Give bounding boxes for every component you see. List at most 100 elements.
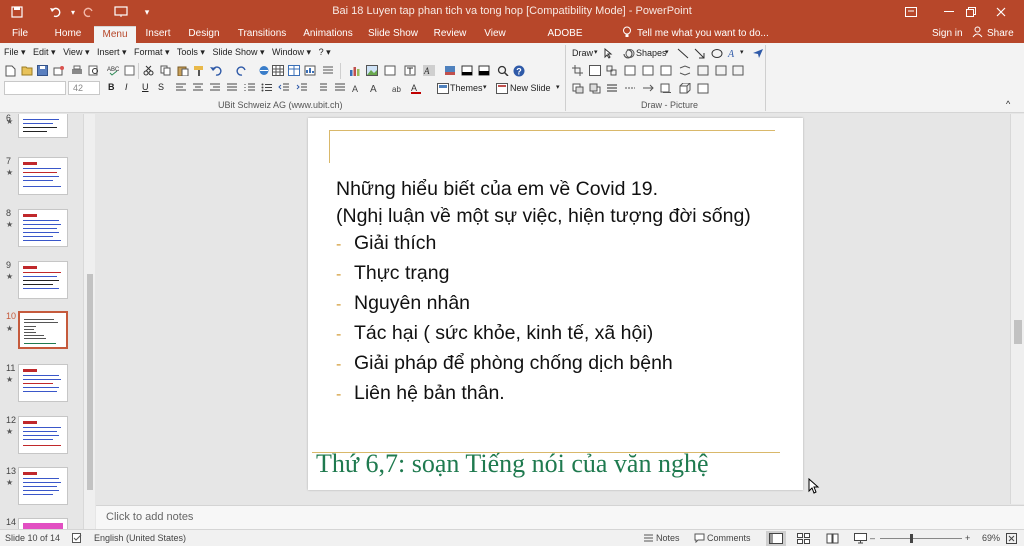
font-name-combo[interactable] bbox=[4, 81, 66, 95]
slide-thumbnail-12[interactable] bbox=[18, 416, 68, 454]
zoom-slider[interactable] bbox=[880, 538, 962, 539]
font-color-icon[interactable]: A bbox=[410, 83, 422, 94]
table-icon[interactable] bbox=[272, 65, 284, 76]
slide-thumbnail-9[interactable] bbox=[18, 261, 68, 299]
notes-pane[interactable]: Click to add notes bbox=[96, 505, 1024, 529]
open-icon[interactable] bbox=[21, 65, 33, 76]
select-pointer-icon[interactable] bbox=[604, 47, 616, 59]
tab-insert[interactable]: Insert bbox=[140, 26, 176, 43]
menu-edit[interactable]: Edit ▾ bbox=[33, 47, 56, 57]
normal-view-icon[interactable] bbox=[766, 531, 786, 546]
cut-icon[interactable] bbox=[143, 65, 155, 76]
share-icon[interactable] bbox=[972, 26, 983, 43]
tell-me-input[interactable]: Tell me what you want to do... bbox=[637, 26, 769, 41]
fill-color-icon[interactable] bbox=[444, 65, 456, 76]
align-objects-icon[interactable] bbox=[697, 65, 709, 76]
tab-review[interactable]: Review bbox=[430, 26, 470, 43]
tab-file[interactable]: File bbox=[2, 26, 38, 43]
slide-thumbnail-8[interactable] bbox=[18, 209, 68, 247]
print-icon[interactable] bbox=[71, 65, 83, 76]
picture-tools-icon[interactable] bbox=[589, 65, 601, 76]
zoom-in-button[interactable]: + bbox=[965, 533, 970, 543]
increase-font-icon[interactable]: A bbox=[370, 83, 382, 95]
distribute-icon[interactable] bbox=[715, 65, 727, 76]
compress-icon[interactable] bbox=[732, 65, 744, 76]
columns-icon[interactable] bbox=[322, 65, 334, 76]
zoom-level[interactable]: 69% bbox=[982, 533, 1000, 543]
menu-slide-show[interactable]: Slide Show ▾ bbox=[212, 47, 264, 57]
shapes-dropdown-icon[interactable]: ▾ bbox=[665, 48, 669, 56]
menu-format[interactable]: Format ▾ bbox=[134, 47, 170, 57]
textbox-icon[interactable] bbox=[404, 65, 416, 76]
bullets-icon[interactable] bbox=[261, 83, 273, 94]
underline-button[interactable]: U bbox=[142, 82, 149, 92]
slide-footer-text[interactable]: Thứ 6,7: soạn Tiếng nói của văn nghệ bbox=[316, 449, 709, 479]
line-icon[interactable] bbox=[677, 48, 689, 59]
bar-chart-icon[interactable] bbox=[349, 65, 361, 76]
new-icon[interactable] bbox=[5, 65, 17, 77]
fit-to-window-icon[interactable] bbox=[1006, 533, 1017, 546]
themes-dropdown-icon[interactable]: ▾ bbox=[483, 83, 487, 91]
menu-tools[interactable]: Tools ▾ bbox=[177, 47, 205, 57]
menu-window[interactable]: Window ▾ bbox=[272, 47, 311, 57]
line-spacing-icon[interactable] bbox=[316, 83, 328, 94]
slide-thumbnail-11[interactable] bbox=[18, 364, 68, 402]
send-icon[interactable] bbox=[752, 48, 764, 59]
draw-menu[interactable]: Draw bbox=[572, 48, 593, 58]
bold-button[interactable]: B bbox=[108, 82, 115, 92]
print-preview-icon[interactable] bbox=[88, 65, 100, 76]
collapse-ribbon-icon[interactable]: ^ bbox=[1006, 99, 1010, 109]
help-icon[interactable]: ? bbox=[513, 65, 525, 77]
zoom-icon[interactable] bbox=[497, 65, 509, 77]
permission-icon[interactable] bbox=[53, 65, 65, 76]
new-slide-dropdown-icon[interactable]: ▾ bbox=[556, 83, 560, 91]
italic-button[interactable]: I bbox=[125, 82, 128, 92]
font-size-combo[interactable]: 42 bbox=[68, 81, 100, 95]
tab-design[interactable]: Design bbox=[184, 26, 224, 43]
themes-icon[interactable] bbox=[437, 83, 449, 94]
tab-transitions[interactable]: Transitions bbox=[234, 26, 290, 43]
themes-button[interactable]: Themes bbox=[450, 83, 483, 93]
new-slide-button[interactable]: New Slide bbox=[510, 83, 551, 93]
slide-thumbnail-6[interactable] bbox=[18, 114, 68, 138]
send-backward-icon[interactable] bbox=[589, 83, 601, 94]
slide-scroll-thumb[interactable] bbox=[1014, 320, 1022, 344]
menu-view[interactable]: View ▾ bbox=[63, 47, 89, 57]
reading-view-icon[interactable] bbox=[826, 533, 839, 546]
fill-draw-icon[interactable] bbox=[697, 83, 709, 94]
proofing-icon[interactable] bbox=[72, 533, 83, 545]
crop-icon[interactable] bbox=[572, 65, 584, 76]
format-painter-icon[interactable] bbox=[193, 65, 205, 76]
slide-thumbnail-13[interactable] bbox=[18, 467, 68, 505]
redo-toolbar-icon[interactable] bbox=[236, 65, 248, 76]
wordart-icon[interactable]: A bbox=[423, 65, 435, 76]
save-file-icon[interactable] bbox=[37, 65, 49, 76]
contrast-icon[interactable] bbox=[642, 65, 654, 76]
arrow-style-icon[interactable] bbox=[642, 83, 654, 94]
close-icon[interactable] bbox=[978, 0, 1024, 24]
justify-icon[interactable] bbox=[226, 83, 238, 94]
slide-thumbnail-10[interactable] bbox=[18, 311, 68, 349]
flip-icon[interactable] bbox=[679, 65, 691, 76]
group-icon[interactable] bbox=[606, 65, 618, 76]
strikethrough-button[interactable]: S bbox=[158, 82, 164, 92]
tab-animations[interactable]: Animations bbox=[300, 26, 356, 43]
tab-adobe-presenter[interactable]: ADOBE PRESENTER bbox=[520, 26, 610, 54]
copy-icon[interactable] bbox=[160, 65, 172, 76]
bring-forward-icon[interactable] bbox=[572, 83, 584, 94]
ellipse-icon[interactable] bbox=[711, 48, 723, 59]
3d-style-icon[interactable] bbox=[679, 82, 691, 94]
research-icon[interactable] bbox=[124, 65, 136, 76]
shadow-icon[interactable] bbox=[478, 65, 490, 76]
language-indicator[interactable]: English (United States) bbox=[94, 533, 186, 543]
brightness-icon[interactable] bbox=[624, 65, 636, 76]
tab-view[interactable]: View bbox=[478, 26, 512, 43]
notes-icon[interactable] bbox=[643, 533, 654, 545]
zoom-slider-knob[interactable] bbox=[910, 534, 913, 543]
slide-show-view-icon[interactable] bbox=[854, 533, 867, 546]
notes-toggle[interactable]: Notes bbox=[656, 533, 680, 543]
menu-file[interactable]: File ▾ bbox=[4, 47, 26, 57]
menu-insert[interactable]: Insert ▾ bbox=[97, 47, 127, 57]
paste-icon[interactable] bbox=[177, 65, 189, 77]
draw-dropdown-icon[interactable]: ▾ bbox=[594, 48, 598, 56]
